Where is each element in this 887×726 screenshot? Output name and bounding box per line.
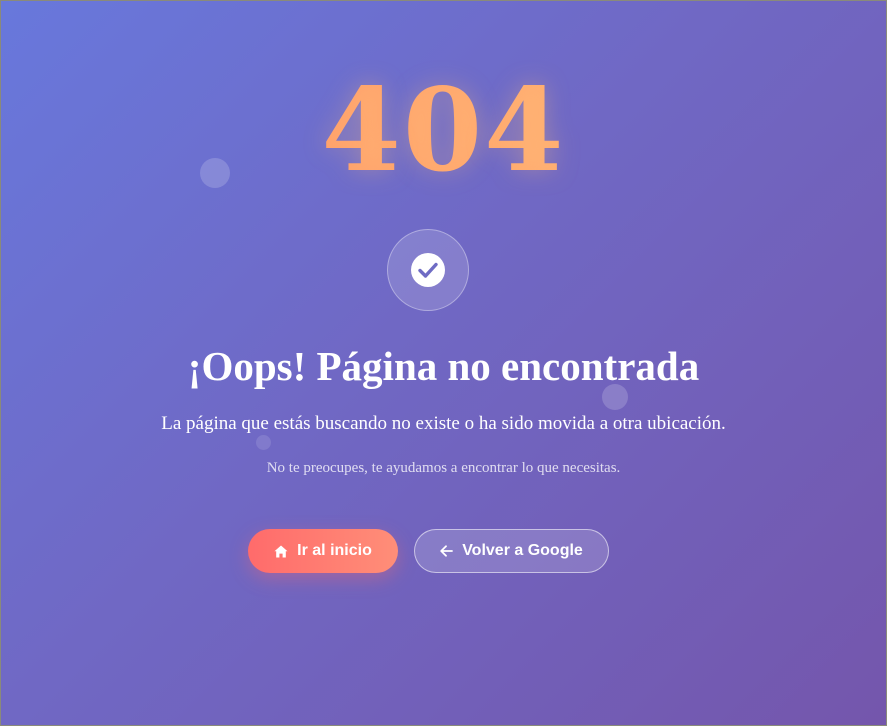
home-button[interactable]: Ir al inicio	[248, 529, 398, 573]
back-button-label: Volver a Google	[462, 542, 583, 559]
help-text: No te preocupes, te ayudamos a encontrar…	[266, 460, 621, 476]
page-subtitle: La página que estás buscando no existe o…	[161, 413, 726, 434]
decorative-bubble	[256, 435, 271, 450]
page-title: ¡Oops! Página no encontrada	[187, 343, 700, 389]
arrow-left-icon	[440, 545, 454, 557]
home-icon	[274, 545, 288, 558]
status-badge	[387, 229, 469, 311]
check-circle-icon	[410, 252, 446, 288]
error-code: 404	[1, 73, 886, 187]
back-to-google-button[interactable]: Volver a Google	[414, 529, 609, 573]
home-button-label: Ir al inicio	[297, 542, 372, 559]
